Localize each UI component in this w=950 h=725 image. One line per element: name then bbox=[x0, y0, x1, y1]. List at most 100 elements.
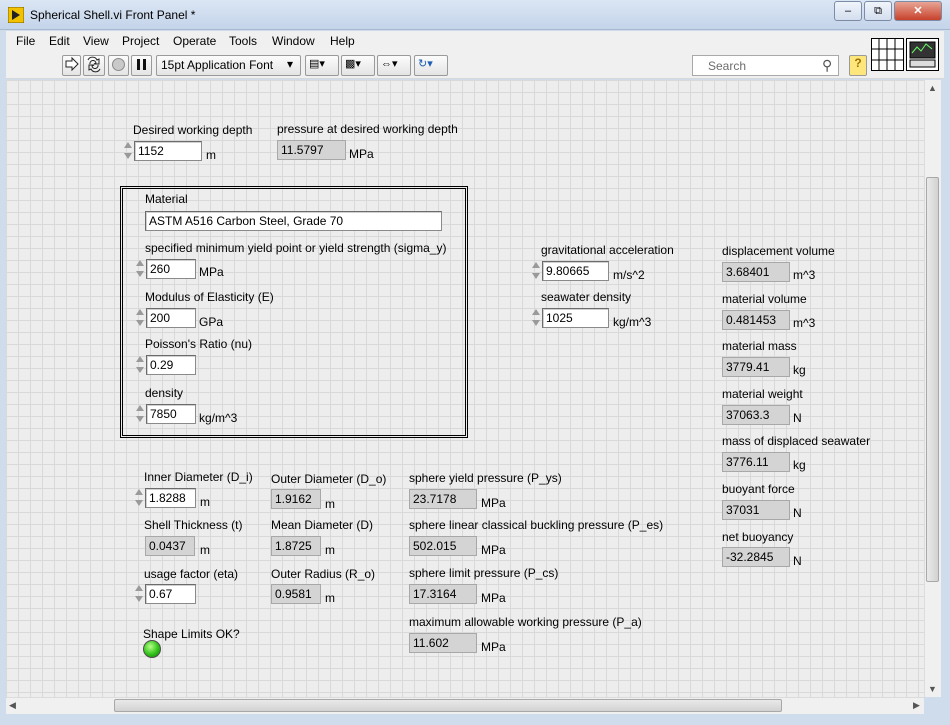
reorder-icon: ↻▾ bbox=[418, 58, 433, 70]
modulus-unit: GPa bbox=[199, 315, 224, 329]
close-button[interactable]: ✕ bbox=[894, 1, 942, 21]
connector-pane-icon[interactable] bbox=[871, 38, 904, 71]
decrement-arrow-icon[interactable] bbox=[123, 151, 133, 162]
pause-icon bbox=[137, 59, 146, 70]
usage-factor-input[interactable]: 0.67 bbox=[145, 584, 196, 604]
horizontal-scroll-thumb[interactable] bbox=[114, 699, 782, 712]
poisson-ratio-label: Poisson's Ratio (nu) bbox=[145, 337, 253, 351]
menu-file[interactable]: File bbox=[16, 34, 35, 48]
run-continuously-button[interactable] bbox=[83, 55, 105, 76]
increment-arrow-icon[interactable] bbox=[135, 307, 145, 318]
yield-strength-label: specified minimum yield point or yield s… bbox=[145, 241, 447, 255]
poisson-ratio-stepper[interactable] bbox=[135, 354, 145, 376]
usage-factor-label: usage factor (eta) bbox=[144, 567, 239, 581]
help-button[interactable]: ? bbox=[849, 55, 867, 76]
usage-factor-stepper[interactable] bbox=[134, 583, 144, 605]
decrement-arrow-icon[interactable] bbox=[531, 318, 541, 329]
decrement-arrow-icon[interactable] bbox=[134, 498, 144, 509]
poisson-ratio-input[interactable]: 0.29 bbox=[146, 355, 196, 375]
increment-arrow-icon[interactable] bbox=[531, 260, 541, 271]
menu-window[interactable]: Window bbox=[272, 34, 315, 48]
resize-objects-button[interactable]: ⇔▾ bbox=[377, 55, 411, 76]
help-icon: ? bbox=[854, 56, 862, 70]
search-icon[interactable]: ⚲ bbox=[822, 57, 832, 74]
decrement-arrow-icon[interactable] bbox=[135, 318, 145, 329]
displaced-mass-indicator: 3776.11 bbox=[722, 452, 790, 472]
increment-arrow-icon[interactable] bbox=[135, 354, 145, 365]
yield-strength-unit: MPa bbox=[199, 265, 224, 279]
decrement-arrow-icon[interactable] bbox=[135, 414, 145, 425]
restore-button[interactable]: ⧉ bbox=[864, 1, 892, 21]
scroll-up-icon[interactable]: ▲ bbox=[928, 83, 937, 93]
abort-button[interactable] bbox=[108, 55, 129, 76]
inner-diameter-stepper[interactable] bbox=[134, 487, 144, 509]
vi-icon[interactable] bbox=[906, 38, 939, 71]
gravity-stepper[interactable] bbox=[531, 260, 541, 282]
shell-thickness-unit: m bbox=[200, 543, 210, 557]
minimize-button[interactable]: – bbox=[834, 1, 862, 21]
decrement-arrow-icon[interactable] bbox=[531, 271, 541, 282]
scroll-down-icon[interactable]: ▼ bbox=[928, 684, 937, 694]
material-label: Material bbox=[145, 192, 188, 206]
front-panel: Desired working depth 1152 m pressure at… bbox=[6, 80, 924, 697]
menu-edit[interactable]: Edit bbox=[49, 34, 70, 48]
material-volume-indicator: 0.481453 bbox=[722, 310, 790, 330]
material-string[interactable]: ASTM A516 Carbon Steel, Grade 70 bbox=[145, 211, 442, 231]
menu-view[interactable]: View bbox=[83, 34, 109, 48]
chevron-down-icon: ▾ bbox=[287, 57, 294, 71]
density-input[interactable]: 7850 bbox=[146, 404, 196, 424]
scroll-left-icon[interactable]: ◀ bbox=[9, 700, 16, 711]
desired-depth-unit: m bbox=[206, 148, 216, 162]
density-stepper[interactable] bbox=[135, 403, 145, 425]
menu-help[interactable]: Help bbox=[330, 34, 355, 48]
menu-tools[interactable]: Tools bbox=[229, 34, 257, 48]
decrement-arrow-icon[interactable] bbox=[135, 269, 145, 280]
net-buoyancy-unit: N bbox=[793, 554, 802, 568]
yield-strength-input[interactable]: 260 bbox=[146, 259, 196, 279]
seawater-density-stepper[interactable] bbox=[531, 307, 541, 329]
pause-button[interactable] bbox=[131, 55, 152, 76]
pressure-at-depth-indicator: 11.5797 bbox=[277, 140, 346, 160]
modulus-input[interactable]: 200 bbox=[146, 308, 196, 328]
mean-diameter-unit: m bbox=[325, 543, 335, 557]
outer-radius-unit: m bbox=[325, 591, 335, 605]
run-button[interactable] bbox=[62, 55, 81, 76]
increment-arrow-icon[interactable] bbox=[134, 487, 144, 498]
gravity-input[interactable]: 9.80665 bbox=[542, 261, 609, 281]
search-input[interactable]: Search bbox=[692, 55, 839, 76]
run-arrow-icon bbox=[65, 56, 79, 72]
inner-diameter-input[interactable]: 1.8288 bbox=[145, 488, 196, 508]
material-mass-indicator: 3779.41 bbox=[722, 357, 790, 377]
align-objects-button[interactable]: ▤▾ bbox=[305, 55, 339, 76]
distribute-objects-button[interactable]: ▩▾ bbox=[341, 55, 375, 76]
minimize-icon: – bbox=[844, 5, 852, 17]
menu-project[interactable]: Project bbox=[122, 34, 159, 48]
scroll-right-icon[interactable]: ▶ bbox=[913, 700, 920, 711]
displaced-mass-unit: kg bbox=[793, 458, 806, 472]
resize-objects-icon: ⇔▾ bbox=[381, 58, 398, 70]
yield-strength-stepper[interactable] bbox=[135, 258, 145, 280]
increment-arrow-icon[interactable] bbox=[135, 258, 145, 269]
window-title: Spherical Shell.vi Front Panel * bbox=[30, 8, 196, 22]
max-pressure-indicator: 11.602 bbox=[409, 633, 477, 653]
buckling-pressure-unit: MPa bbox=[481, 543, 506, 557]
material-weight-unit: N bbox=[793, 411, 802, 425]
shell-thickness-indicator: 0.0437 bbox=[145, 536, 195, 556]
modulus-stepper[interactable] bbox=[135, 307, 145, 329]
decrement-arrow-icon[interactable] bbox=[134, 594, 144, 605]
desired-depth-stepper[interactable] bbox=[123, 140, 133, 162]
reorder-button[interactable]: ↻▾ bbox=[414, 55, 448, 76]
inner-diameter-label: Inner Diameter (D_i) bbox=[144, 470, 253, 484]
decrement-arrow-icon[interactable] bbox=[135, 365, 145, 376]
vertical-scroll-thumb[interactable] bbox=[926, 177, 939, 582]
menu-operate[interactable]: Operate bbox=[173, 34, 216, 48]
increment-arrow-icon[interactable] bbox=[135, 403, 145, 414]
increment-arrow-icon[interactable] bbox=[134, 583, 144, 594]
increment-arrow-icon[interactable] bbox=[531, 307, 541, 318]
inner-diameter-unit: m bbox=[200, 495, 210, 509]
seawater-density-input[interactable]: 1025 bbox=[542, 308, 609, 328]
desired-depth-input[interactable]: 1152 bbox=[134, 141, 202, 161]
font-select[interactable]: 15pt Application Font ▾ bbox=[156, 55, 301, 76]
increment-arrow-icon[interactable] bbox=[123, 140, 133, 151]
outer-diameter-label: Outer Diameter (D_o) bbox=[271, 472, 387, 486]
